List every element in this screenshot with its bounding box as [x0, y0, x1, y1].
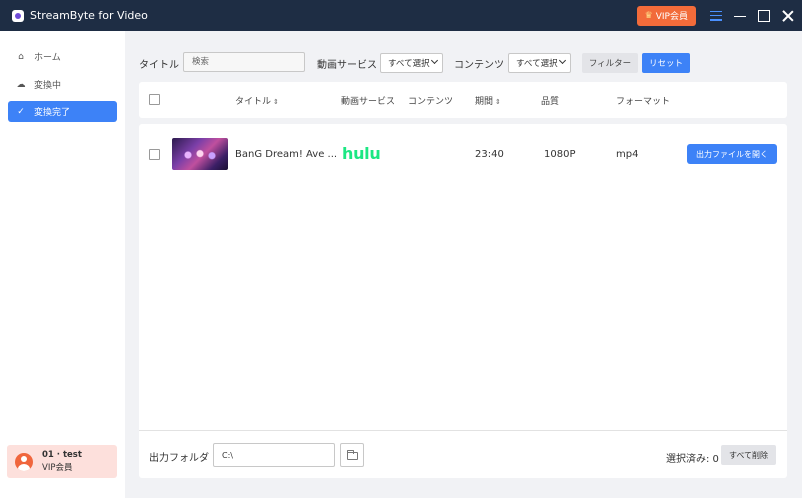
sidebar-item-label: 変換完了: [34, 108, 71, 118]
sidebar-item-converting[interactable]: ☁ 変換中: [8, 74, 117, 95]
sidebar-item-label: ホーム: [34, 53, 61, 63]
close-icon[interactable]: [782, 10, 794, 22]
user-info: 01 · test VIP会員: [42, 449, 82, 475]
table-row: BanG Dream! Ave ... hulu 23:40 1080P mp4…: [139, 124, 787, 184]
vip-button[interactable]: ♛ VIP会員: [636, 5, 696, 26]
menu-icon[interactable]: [710, 10, 722, 21]
title-bar-controls: ♛ VIP会員: [636, 0, 794, 31]
sidebar-item-label: 変換中: [34, 81, 62, 91]
column-duration[interactable]: 期間 ⇕: [475, 94, 501, 107]
app-logo-icon: [12, 9, 24, 22]
app-title: StreamByte for Video: [30, 9, 148, 22]
sort-icon: ⇕: [495, 98, 501, 106]
content-select[interactable]: すべて選択: [508, 53, 571, 73]
vip-button-label: VIP会員: [655, 12, 688, 22]
table-body: BanG Dream! Ave ... hulu 23:40 1080P mp4…: [139, 124, 787, 430]
avatar: [15, 452, 33, 471]
chevron-down-icon: [430, 56, 439, 65]
column-duration-label: 期間: [475, 97, 494, 107]
browse-folder-button[interactable]: [340, 443, 364, 467]
title-bar: StreamByte for Video ♛ VIP会員: [0, 0, 802, 31]
content-select-value: すべて選択: [516, 59, 558, 69]
column-quality: 品質: [541, 97, 560, 107]
sidebar-item-completed[interactable]: ✓ 変換完了: [8, 101, 117, 122]
row-title: BanG Dream! Ave ...: [235, 149, 338, 160]
search-input[interactable]: [183, 52, 305, 72]
service-select[interactable]: すべて選択: [380, 53, 443, 73]
sort-icon: ⇕: [273, 98, 279, 106]
hulu-logo: hulu: [342, 144, 381, 163]
folder-icon: [347, 450, 358, 460]
video-thumbnail: [172, 138, 228, 170]
cloud-download-icon: ☁: [16, 79, 26, 90]
output-folder-label: 出力フォルダ: [149, 453, 209, 464]
row-duration: 23:40: [475, 149, 504, 160]
filter-button[interactable]: フィルター: [582, 53, 638, 73]
crown-icon: ♛: [644, 10, 653, 21]
table-header: タイトル ⇕ 動画サービス コンテンツ 期間 ⇕ 品質 フォーマット: [139, 82, 787, 118]
column-title-label: タイトル: [235, 97, 272, 107]
column-content: コンテンツ: [408, 97, 454, 107]
filter-bar: タイトル 動画サービス すべて選択 コンテンツ すべて選択 フィルター リセット: [139, 52, 789, 73]
content-filter-label: コンテンツ: [454, 60, 504, 71]
user-name: 01 · test: [42, 449, 82, 460]
sidebar-item-home[interactable]: ⌂ ホーム: [8, 46, 117, 67]
home-icon: ⌂: [18, 51, 24, 62]
maximize-icon[interactable]: [758, 9, 770, 22]
row-quality: 1080P: [544, 149, 576, 160]
user-card[interactable]: 01 · test VIP会員: [7, 445, 117, 478]
column-title[interactable]: タイトル ⇕: [235, 94, 279, 107]
footer-bar: 出力フォルダ C:\ 選択済み: 0 すべて削除: [139, 430, 787, 478]
select-all-checkbox[interactable]: [149, 94, 160, 105]
title-filter-label: タイトル: [139, 60, 179, 71]
user-plan: VIP会員: [42, 462, 73, 473]
column-service: 動画サービス: [341, 97, 396, 107]
delete-all-button[interactable]: すべて削除: [721, 445, 776, 465]
minimize-icon[interactable]: [734, 10, 746, 22]
column-format: フォーマット: [616, 97, 671, 107]
output-folder-input[interactable]: C:\: [213, 443, 335, 467]
check-circle-icon: ✓: [17, 106, 25, 117]
open-output-file-button[interactable]: 出力ファイルを開く: [687, 144, 777, 164]
service-select-value: すべて選択: [388, 59, 430, 69]
reset-button[interactable]: リセット: [642, 53, 690, 73]
row-checkbox[interactable]: [149, 149, 160, 160]
sidebar: ⌂ ホーム ☁ 変換中 ✓ 変換完了 01 · test VIP会員: [0, 31, 125, 498]
row-format: mp4: [616, 149, 639, 160]
chevron-down-icon: [558, 56, 567, 65]
service-filter-label: 動画サービス: [317, 60, 377, 71]
selected-count: 選択済み: 0: [666, 454, 719, 465]
